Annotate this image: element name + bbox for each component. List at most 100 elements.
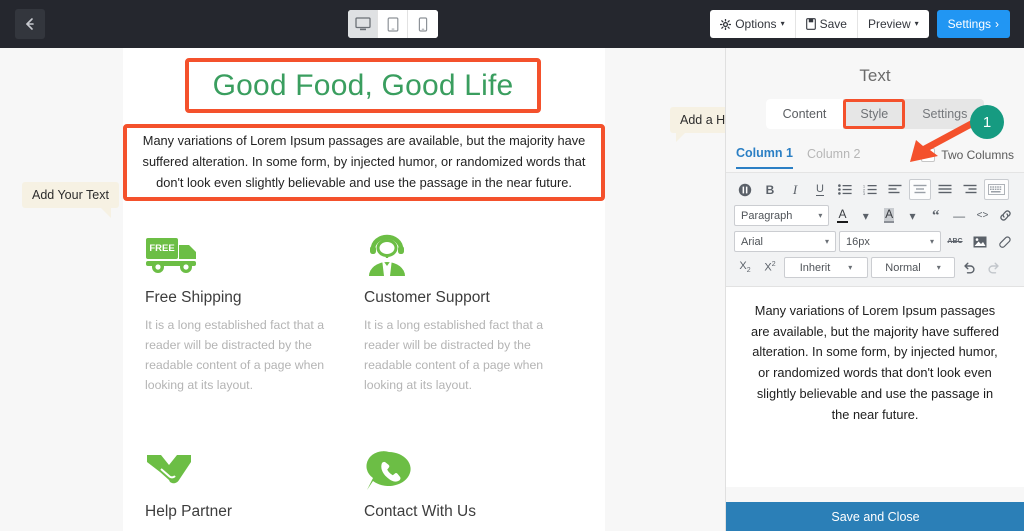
settings-label: Settings [947,17,991,31]
align-left-icon[interactable] [884,179,906,200]
feature-item-free-shipping[interactable]: FREE Free Shipping It is a long establis… [145,226,364,396]
highlight-color-dropdown[interactable]: ▾ [902,205,922,226]
line-height-select[interactable]: Inherit ▾ [784,257,868,278]
rich-text-toolbar: B I U 123 Paragraph ▾ A ▾ A ▾ “ — <> Ari… [726,173,1024,287]
device-mobile-button[interactable] [408,10,438,38]
top-toolbar: Options ▾ Save Preview ▾ Settings › [0,0,1024,48]
bullet-list-icon[interactable] [834,179,856,200]
preview-button[interactable]: Preview ▾ [858,10,929,38]
tab-style[interactable]: Style [843,99,906,129]
editor-preview-text: Many variations of Lorem Ipsum passages … [750,303,1000,422]
chevron-right-icon: › [995,17,999,31]
blockquote-icon[interactable]: “ [926,205,946,226]
free-shipping-truck-icon: FREE [145,226,364,278]
italic-icon[interactable]: I [784,179,806,200]
chevron-down-icon: ▾ [862,208,869,223]
feature-grid: FREE Free Shipping It is a long establis… [123,226,605,531]
save-disk-icon [805,18,816,30]
two-columns-checkbox[interactable] [921,147,936,162]
page-canvas: Good Food, Good Life Many variations of … [123,48,605,531]
tab-content[interactable]: Content [765,99,844,129]
toolbar-row-font: Arial ▾ 16px ▾ ABC [734,231,1016,252]
headline-block[interactable]: Good Food, Good Life [185,58,541,113]
chevron-down-icon: ▾ [848,263,853,272]
phone-bubble-icon [364,440,583,492]
font-size-value: 16px [846,235,870,248]
align-center-icon[interactable] [909,179,931,200]
text-block[interactable]: Many variations of Lorem Ipsum passages … [123,124,605,201]
numbered-list-icon[interactable]: 123 [859,179,881,200]
toolbar-row-format: B I U 123 [734,179,1016,200]
tooltip-add-your-text: Add Your Text [22,182,119,218]
svg-text:3: 3 [863,192,865,195]
feature-item-contact-with-us[interactable]: Contact With Us It is a long established… [364,440,583,531]
font-color-dropdown[interactable]: ▾ [856,205,876,226]
feature-title: Help Partner [145,502,233,520]
superscript-icon[interactable]: X2 [759,257,781,278]
chevron-down-icon: ▾ [780,19,785,28]
font-size-select[interactable]: 16px ▾ [839,231,941,252]
highlight-color-icon: A [884,207,895,223]
feature-description: It is a long established fact that a rea… [145,318,325,392]
highlight-color-button[interactable]: A [879,205,899,226]
column-tab-1[interactable]: Column 1 [736,146,793,169]
chevron-down-icon: ▾ [909,208,916,223]
annotation-badge-1: 1 [970,105,1004,139]
save-label: Save [819,17,847,31]
font-color-button[interactable]: A [832,205,852,226]
preview-label: Preview [867,17,911,31]
strikethrough-glyph: ABC [947,238,963,245]
settings-button[interactable]: Settings › [936,10,1010,38]
tooltip-add-a-headline: Add a Headline [670,107,725,142]
feature-item-help-partner[interactable]: Help Partner It is a long established fa… [145,440,364,531]
line-height-value: Inherit [799,261,831,274]
editor-workspace: Good Food, Good Life Many variations of … [0,48,725,531]
paragraph-style-value: Paragraph [741,209,793,222]
chevron-down-icon: ▾ [914,19,919,28]
two-columns-option[interactable]: Two Columns [921,147,1014,168]
device-tablet-button[interactable] [378,10,408,38]
chevron-down-icon: ▾ [936,263,941,272]
contrast-icon[interactable] [734,179,756,200]
link-icon[interactable] [996,205,1016,226]
device-desktop-button[interactable] [348,10,378,38]
back-button[interactable] [15,9,45,39]
text-settings-panel: Text 1 Content Style Settings Column 1 C… [725,48,1024,531]
page-title: Good Food, Good Life [212,68,514,102]
paragraph-style-select[interactable]: Paragraph ▾ [734,205,830,226]
toolbar-row-script: X2 X2 Inherit ▾ Normal ▾ [734,257,1016,278]
column-tab-2[interactable]: Column 2 [807,147,861,168]
font-family-value: Arial [741,235,764,248]
source-code-icon[interactable]: <> [972,205,992,226]
mobile-icon [418,16,428,32]
bold-icon[interactable]: B [759,179,781,200]
undo-icon[interactable] [958,257,980,278]
topbar-actions: Options ▾ Save Preview ▾ Settings › [710,10,1010,38]
save-button[interactable]: Save [796,10,858,38]
font-family-select[interactable]: Arial ▾ [734,231,836,252]
chevron-down-icon: ▾ [929,237,934,246]
subscript-icon[interactable]: X2 [734,257,756,278]
keyboard-icon[interactable] [984,179,1009,200]
strikethrough-icon[interactable]: ABC [944,231,966,252]
text-editor-area[interactable]: Many variations of Lorem Ipsum passages … [726,287,1024,487]
feature-item-customer-support[interactable]: Customer Support It is a long establishe… [364,226,583,396]
redo-icon[interactable] [983,257,1005,278]
insert-image-icon[interactable] [969,231,991,252]
font-weight-select[interactable]: Normal ▾ [871,257,955,278]
align-right-icon[interactable] [959,179,981,200]
horizontal-rule-icon[interactable]: — [949,205,969,226]
feature-title: Free Shipping [145,289,242,306]
options-button[interactable]: Options ▾ [710,10,796,38]
two-columns-label: Two Columns [941,147,1014,162]
eraser-icon[interactable] [994,231,1016,252]
feature-description: It is a long established fact that a rea… [364,318,544,392]
underline-icon[interactable]: U [809,179,831,200]
back-arrow-icon [26,18,34,30]
save-and-close-button[interactable]: Save and Close [726,502,1024,531]
customer-support-agent-icon [364,226,583,278]
topbar-button-group: Options ▾ Save Preview ▾ [710,10,929,38]
toolbar-row-paragraph: Paragraph ▾ A ▾ A ▾ “ — <> [734,205,1016,226]
device-preview-switch [348,10,438,38]
align-justify-icon[interactable] [934,179,956,200]
